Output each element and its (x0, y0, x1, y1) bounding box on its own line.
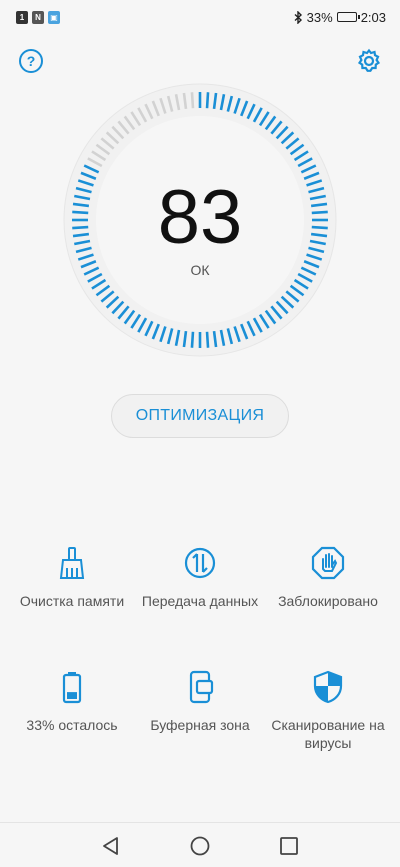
tile-label: Заблокировано (278, 593, 378, 609)
shield-icon (313, 670, 343, 704)
phone-manager-screen: 1 N ▣ 33% 2:03 ? 83 ОК ОПТИМИЗАЦИЯ Очист… (0, 0, 400, 867)
status-left: 1 N ▣ (16, 10, 60, 24)
navigation-bar (0, 822, 400, 867)
blocked-hand-icon (311, 546, 345, 580)
battery-percent: 33% (306, 9, 333, 25)
status-bar: 1 N ▣ 33% 2:03 (0, 0, 400, 34)
app-notification-icon: ▣ (48, 10, 60, 24)
gauge-tick (205, 331, 210, 348)
phone-buffer-icon (189, 670, 214, 704)
tile-label: Сканирование на вирусы (271, 717, 385, 751)
optimize-button[interactable]: ОПТИМИЗАЦИЯ (111, 394, 289, 438)
tile-blocked[interactable]: Заблокировано (263, 546, 393, 610)
help-icon[interactable]: ? (19, 49, 43, 73)
status-right: 33% 2:03 (294, 10, 386, 25)
tile-battery[interactable]: 33% осталось (7, 670, 137, 734)
status-time: 2:03 (360, 9, 386, 25)
battery-icon (62, 672, 82, 704)
nfc-icon: N (32, 10, 44, 24)
tile-label: Буферная зона (150, 717, 250, 733)
battery-icon (336, 12, 360, 22)
tile-label: Очистка памяти (19, 593, 125, 609)
gear-icon[interactable] (356, 48, 382, 74)
bluetooth-icon (294, 10, 302, 24)
gauge-tick (190, 331, 195, 348)
sim-icon: 1 (16, 10, 28, 24)
broom-icon (59, 547, 85, 579)
gauge-tick (190, 92, 195, 109)
recents-icon[interactable] (278, 835, 300, 857)
battery-level-fill (67, 692, 77, 699)
score-value: 83 (157, 175, 243, 260)
home-icon[interactable] (189, 835, 211, 857)
tile-buffer-zone[interactable]: Буферная зона (135, 670, 265, 734)
gauge-tick (205, 92, 210, 109)
back-icon[interactable] (100, 835, 122, 857)
tile-label: Передача данных (141, 593, 259, 609)
tile-label: 33% осталось (26, 717, 118, 733)
tile-memory-clean[interactable]: Очистка памяти (7, 546, 137, 610)
data-transfer-icon (184, 547, 216, 579)
score-status: ОК (190, 262, 210, 278)
tile-virus-scan[interactable]: Сканирование на вирусы (263, 670, 393, 752)
tile-data-transfer[interactable]: Передача данных (135, 546, 265, 610)
